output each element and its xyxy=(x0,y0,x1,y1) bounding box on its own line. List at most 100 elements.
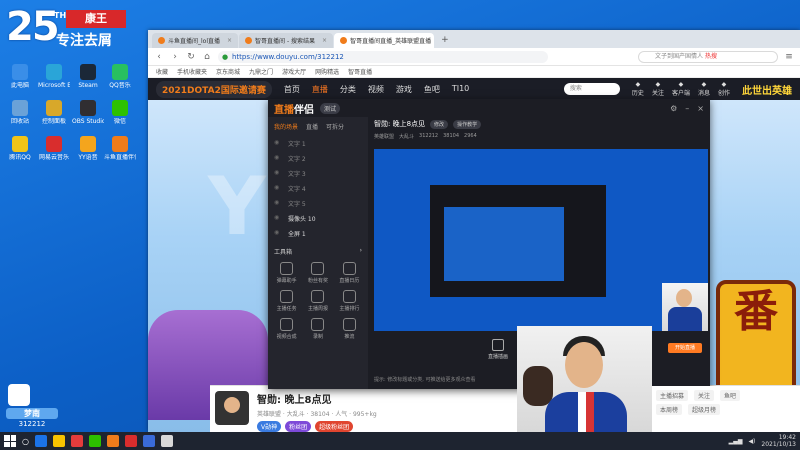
close-icon[interactable]: × xyxy=(227,37,232,44)
volume-icon[interactable]: ◀) xyxy=(748,438,755,445)
desktop-icon[interactable]: 腾讯QQ xyxy=(4,136,36,161)
eye-icon[interactable]: ◉ xyxy=(274,214,279,221)
site-nav-item[interactable]: 首页 xyxy=(284,84,300,95)
taskbar-app-icon[interactable] xyxy=(142,435,155,447)
tab-my-scenes[interactable]: 我的场景 xyxy=(274,122,298,131)
windows-start-icon[interactable] xyxy=(4,435,16,447)
room-tag[interactable]: 粉丝团 xyxy=(285,421,312,432)
home-icon[interactable]: ⌂ xyxy=(202,52,212,62)
stream-preview[interactable] xyxy=(374,149,708,331)
taskbar-app-icon[interactable] xyxy=(106,435,119,447)
desktop-icon[interactable]: YY语音 xyxy=(72,136,104,161)
header-icon-item[interactable]: ◆ 消息 xyxy=(698,81,710,97)
bookmark-item[interactable]: 智哥直播 xyxy=(348,67,372,76)
eye-icon[interactable]: ◉ xyxy=(274,184,279,191)
toolbox-item[interactable]: 粉丝有奖 xyxy=(303,262,332,284)
desktop-icon[interactable]: OBS Studio xyxy=(72,100,104,125)
follow-button[interactable]: 关注 xyxy=(694,390,715,401)
room-tag[interactable]: 超级粉丝团 xyxy=(315,421,354,432)
desktop-icon[interactable]: QQ音乐 xyxy=(104,64,136,89)
desktop-icon[interactable]: 网易云音乐 xyxy=(38,136,70,161)
start-live-button[interactable]: 开始直播 xyxy=(668,343,702,353)
site-nav-item[interactable]: 分类 xyxy=(340,84,356,95)
desktop-icon[interactable]: Microsoft Edge xyxy=(38,64,70,89)
weekly-rank-tab[interactable]: 本周榜 xyxy=(656,404,683,415)
close-icon[interactable]: × xyxy=(697,104,704,113)
eye-icon[interactable]: ◉ xyxy=(274,154,279,161)
browser-tab[interactable]: 智哥直播间 - 搜索结果 × xyxy=(239,33,334,48)
streamer-avatar[interactable] xyxy=(215,391,249,425)
desktop-room-badge[interactable]: 梦南 312212 xyxy=(4,384,60,430)
monthly-rank-tab[interactable]: 超级月榜 xyxy=(688,404,721,415)
desktop-icon[interactable]: 微信 xyxy=(104,100,136,125)
toolbox-item[interactable]: 主播周报 xyxy=(303,290,332,312)
room-tag[interactable]: V勋神 xyxy=(257,421,282,432)
bookmark-item[interactable]: 京东商城 xyxy=(216,67,240,76)
taskbar-app-icon[interactable] xyxy=(124,435,137,447)
settings-icon[interactable]: ⚙ xyxy=(670,104,677,113)
site-nav-item[interactable]: 游戏 xyxy=(396,84,412,95)
url-bar[interactable]: ● https://www.douyu.com/312212 xyxy=(218,50,548,63)
scene-item[interactable]: ◉ 文字 3 xyxy=(268,166,368,181)
desktop-icon[interactable]: 回收站 xyxy=(4,100,36,125)
site-nav-item[interactable]: 鱼吧 xyxy=(424,84,440,95)
eye-icon[interactable]: ◉ xyxy=(274,229,279,236)
network-icon[interactable]: ▂▄▆ xyxy=(729,438,743,445)
edit-title-button[interactable]: 修改 xyxy=(430,119,449,129)
eye-icon[interactable]: ◉ xyxy=(274,169,279,176)
browser-tab-active[interactable]: 智哥直播间直播_英雄联盟直播× xyxy=(334,33,435,48)
tab-split[interactable]: 可拆分 xyxy=(326,122,344,131)
bookmark-item[interactable]: 游戏大厅 xyxy=(282,67,306,76)
tutorial-button[interactable]: 操作教学 xyxy=(453,119,482,129)
taskbar-app-icon[interactable] xyxy=(160,435,173,447)
fishbar-button[interactable]: 鱼吧 xyxy=(720,390,741,401)
scene-item[interactable]: ◉ 全屏 1 xyxy=(268,226,368,241)
desktop-icon[interactable]: 控制面板 xyxy=(38,100,70,125)
chevron-icon[interactable]: › xyxy=(360,247,362,256)
desktop-icon[interactable]: Steam xyxy=(72,64,104,89)
scene-item[interactable]: ◉ 文字 5 xyxy=(268,196,368,211)
scene-item[interactable]: ◉ 文字 2 xyxy=(268,151,368,166)
douyu-logo[interactable]: 2021DOTA2国际邀请赛 xyxy=(156,80,272,98)
toolbox-item[interactable]: 视频合成 xyxy=(272,318,301,340)
desktop-icon[interactable]: 此电脑 xyxy=(4,64,36,89)
back-icon[interactable]: ‹ xyxy=(154,52,164,62)
bookmark-item[interactable]: 网购精选 xyxy=(315,67,339,76)
toolbox-item[interactable]: 推流 xyxy=(335,318,364,340)
taskbar-app-icon[interactable] xyxy=(70,435,83,447)
taskbar-app-icon[interactable] xyxy=(88,435,101,447)
search-icon[interactable]: ○ xyxy=(22,437,29,446)
scene-item[interactable]: ◉ 摄像头 10 xyxy=(268,211,368,226)
scene-item[interactable]: ◉ 文字 4 xyxy=(268,181,368,196)
close-icon[interactable]: × xyxy=(322,37,327,44)
recruit-button[interactable]: 主播招募 xyxy=(656,390,689,401)
taskbar-app-icon[interactable] xyxy=(34,435,47,447)
header-icon-item[interactable]: ◆ 关注 xyxy=(652,81,664,97)
new-tab-icon[interactable]: + xyxy=(435,33,455,48)
header-icon-item[interactable]: ◆ 创作 xyxy=(718,81,730,97)
eye-icon[interactable]: ◉ xyxy=(274,139,279,146)
companion-action-button[interactable]: 直播插画 xyxy=(488,339,508,360)
menu-icon[interactable]: ≡ xyxy=(784,52,794,62)
site-search-input[interactable]: 搜索 xyxy=(563,83,620,95)
site-nav-item[interactable]: 直播 xyxy=(312,84,328,95)
forward-icon[interactable]: › xyxy=(170,52,180,62)
bookmark-item[interactable]: 手机收藏夹 xyxy=(177,67,207,76)
toolbox-item[interactable]: 弹幕助手 xyxy=(272,262,301,284)
header-icon-item[interactable]: ◆ 历史 xyxy=(632,81,644,97)
toolbox-item[interactable]: 录制 xyxy=(303,318,332,340)
toolbox-item[interactable]: 主播任务 xyxy=(272,290,301,312)
browser-tab[interactable]: 斗鱼直播间_lol直播 × xyxy=(152,33,239,48)
site-nav-item[interactable]: TI10 xyxy=(452,84,469,95)
bookmark-item[interactable]: 九鼎之门 xyxy=(249,67,273,76)
tab-live[interactable]: 直播 xyxy=(306,122,318,131)
refresh-icon[interactable]: ↻ xyxy=(186,52,196,62)
scene-item[interactable]: ◉ 文字 1 xyxy=(268,136,368,151)
toolbox-item[interactable]: 直播日历 xyxy=(335,262,364,284)
header-icon-item[interactable]: ◆ 客户端 xyxy=(672,81,690,97)
minimize-icon[interactable]: – xyxy=(685,104,689,113)
toolbox-item[interactable]: 主播排行 xyxy=(335,290,364,312)
browser-search-input[interactable]: 文子到国产国情人 热搜 xyxy=(638,50,778,63)
site-nav-item[interactable]: 视频 xyxy=(368,84,384,95)
desktop-icon[interactable]: 斗鱼直播伴侣 xyxy=(104,136,136,161)
